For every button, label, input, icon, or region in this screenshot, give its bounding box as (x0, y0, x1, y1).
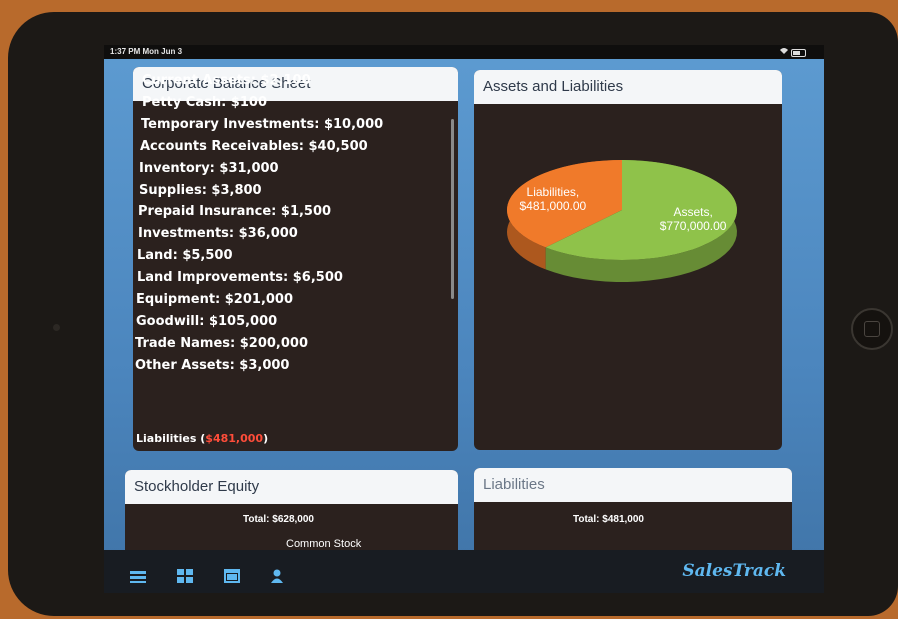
liabilities-summary-value: $481,000 (205, 432, 264, 445)
stockholder-equity-panel: Stockholder Equity Total: $628,000 Commo… (125, 470, 458, 560)
pie-slice-label: Assets, (673, 205, 712, 219)
wifi-icon (779, 48, 791, 57)
liabilities-total: Total: $481,000 (573, 514, 644, 525)
balance-sheet-scrollbar[interactable] (451, 119, 454, 299)
balance-sheet-item: Other Assets: $3,000 (135, 357, 290, 373)
liabilities-panel: Liabilities Total: $481,000 (474, 468, 792, 558)
pie-slice-value-label: $770,000.00 (660, 219, 727, 233)
balance-sheet-item: Land: $5,500 (137, 248, 233, 264)
salestrack-logo: SalesTrack (682, 561, 786, 581)
balance-sheet-item: Investments: $36,000 (138, 226, 298, 242)
home-button-square (864, 321, 880, 337)
list-icon[interactable] (130, 568, 146, 587)
balance-sheet-item: Inventory: $31,000 (139, 160, 279, 176)
balance-sheet-item: Trade Names: $200,000 (135, 335, 309, 351)
liabilities-summary-label: Liabilities ( (136, 432, 206, 445)
assets-liabilities-title: Assets and Liabilities (474, 70, 782, 104)
grid-icon[interactable] (177, 568, 193, 587)
status-bar: 1:37 PM Mon Jun 3 (104, 45, 824, 59)
balance-sheet-item: Current Assets: $2,100 (142, 73, 311, 88)
balance-sheet-item: Petty Cash: $100 (142, 94, 267, 110)
balance-sheet-item: Accounts Receivables: $40,500 (140, 138, 368, 154)
balance-sheet-panel: Corporate Balance Sheet Current Assets: … (133, 67, 458, 451)
pie-slice-label: Liabilities, (527, 185, 580, 199)
home-button[interactable] (851, 308, 893, 350)
balance-sheet-item: Equipment: $201,000 (136, 292, 294, 307)
status-icons (779, 47, 806, 57)
balance-sheet-item: Temporary Investments: $10,000 (141, 116, 384, 132)
status-time: 1:37 PM Mon Jun 3 (110, 47, 183, 56)
battery-icon (791, 48, 806, 57)
balance-sheet-item: Land Improvements: $6,500 (137, 270, 343, 286)
balance-sheet-item: Prepaid Insurance: $1,500 (138, 204, 332, 220)
pie-slice-value-label: $481,000.00 (520, 199, 587, 213)
assets-liabilities-pie-chart[interactable]: Liabilities,$481,000.00 Assets,$770,000.0… (474, 110, 782, 370)
balance-sheet-item: Supplies: $3,800 (139, 182, 262, 198)
assets-liabilities-panel: Assets and Liabilities Liabilities, $481,… (474, 70, 782, 450)
common-stock-label: Common Stock (286, 538, 362, 550)
liabilities-summary-close: ) (263, 432, 269, 445)
stockholder-equity-total: Total: $628,000 (243, 514, 314, 525)
liabilities-title: Liabilities (474, 468, 792, 502)
app-screen: 1:37 PM Mon Jun 3 Corporate Balance Shee… (104, 45, 824, 593)
calendar-icon[interactable] (224, 568, 240, 587)
liabilities-summary: Liabilities ($481,000) (136, 432, 268, 445)
user-icon[interactable] (271, 568, 283, 587)
front-camera (53, 324, 60, 331)
balance-sheet-item: Goodwill: $105,000 (136, 313, 278, 329)
stockholder-equity-title: Stockholder Equity (125, 470, 458, 504)
bottom-nav-bar: SalesTrack (104, 550, 824, 593)
